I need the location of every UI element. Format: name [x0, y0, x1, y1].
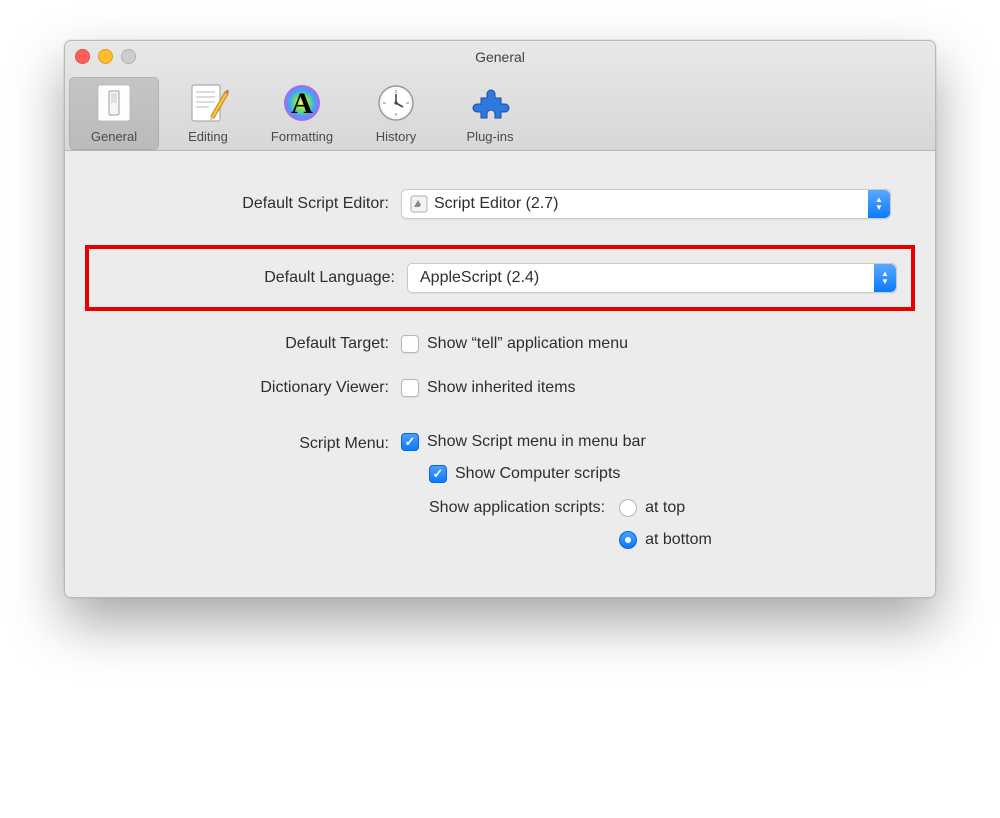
- tab-general[interactable]: General: [69, 77, 159, 150]
- titlebar: General General: [65, 41, 935, 151]
- script-editor-app-icon: [410, 195, 428, 213]
- preferences-toolbar: General Editing: [65, 73, 935, 150]
- popup-arrows-icon: ▲▼: [868, 190, 890, 218]
- editing-icon: [186, 81, 230, 125]
- default-script-editor-value: Script Editor (2.7): [434, 195, 868, 213]
- label-default-target: Default Target:: [89, 335, 401, 353]
- show-script-menu-label: Show Script menu in menu bar: [427, 433, 646, 451]
- history-icon: [374, 81, 418, 125]
- at-bottom-label: at bottom: [645, 531, 712, 549]
- tab-editing[interactable]: Editing: [163, 77, 253, 150]
- tab-history-label: History: [376, 129, 416, 144]
- at-top-label: at top: [645, 499, 685, 517]
- svg-text:A: A: [291, 87, 313, 120]
- default-language-popup[interactable]: AppleScript (2.4) ▲▼: [407, 263, 897, 293]
- show-application-scripts-label: Show application scripts:: [429, 499, 605, 517]
- plugins-icon: [468, 81, 512, 125]
- close-window-button[interactable]: [75, 49, 90, 64]
- show-script-menu-checkbox[interactable]: ✓: [401, 433, 419, 451]
- label-default-language: Default Language:: [95, 269, 407, 287]
- tab-formatting-label: Formatting: [271, 129, 333, 144]
- tab-general-label: General: [91, 129, 137, 144]
- titlebar-top: General: [65, 41, 935, 73]
- row-script-menu: Script Menu: ✓ Show Script menu in menu …: [89, 433, 911, 549]
- tab-formatting[interactable]: A Formatting: [257, 77, 347, 150]
- zoom-window-button[interactable]: [121, 49, 136, 64]
- at-bottom-radio[interactable]: [619, 531, 637, 549]
- at-top-radio[interactable]: [619, 499, 637, 517]
- highlight-default-language: Default Language: AppleScript (2.4) ▲▼: [85, 245, 915, 311]
- row-default-language: Default Language: AppleScript (2.4) ▲▼: [95, 263, 905, 293]
- window-controls: [75, 49, 136, 64]
- general-icon: [92, 81, 136, 125]
- row-default-script-editor: Default Script Editor: Script Editor (2.…: [89, 189, 911, 219]
- preferences-window: General General: [64, 40, 936, 598]
- show-tell-menu-checkbox[interactable]: [401, 335, 419, 353]
- row-dictionary-viewer: Dictionary Viewer: Show inherited items: [89, 379, 911, 397]
- window-title: General: [65, 49, 935, 65]
- row-show-computer-scripts: ✓ Show Computer scripts: [401, 465, 911, 483]
- application-scripts-radio-group: at top at bottom: [619, 499, 712, 549]
- show-inherited-label: Show inherited items: [427, 379, 576, 397]
- tab-editing-label: Editing: [188, 129, 228, 144]
- formatting-icon: A: [280, 81, 324, 125]
- tab-history[interactable]: History: [351, 77, 441, 150]
- show-inherited-checkbox[interactable]: [401, 379, 419, 397]
- label-dictionary-viewer: Dictionary Viewer:: [89, 379, 401, 397]
- row-default-target: Default Target: Show “tell” application …: [89, 335, 911, 353]
- show-computer-scripts-checkbox[interactable]: ✓: [429, 465, 447, 483]
- default-script-editor-popup[interactable]: Script Editor (2.7) ▲▼: [401, 189, 891, 219]
- row-show-application-scripts: Show application scripts: at top at bott…: [401, 499, 911, 549]
- content-area: Default Script Editor: Script Editor (2.…: [65, 151, 935, 597]
- minimize-window-button[interactable]: [98, 49, 113, 64]
- show-computer-scripts-label: Show Computer scripts: [455, 465, 620, 483]
- tab-plugins[interactable]: Plug-ins: [445, 77, 535, 150]
- label-default-script-editor: Default Script Editor:: [89, 195, 401, 213]
- default-language-value: AppleScript (2.4): [416, 269, 874, 287]
- tab-plugins-label: Plug-ins: [467, 129, 514, 144]
- label-script-menu: Script Menu:: [89, 433, 401, 453]
- popup-arrows-icon: ▲▼: [874, 264, 896, 292]
- show-tell-menu-label: Show “tell” application menu: [427, 335, 628, 353]
